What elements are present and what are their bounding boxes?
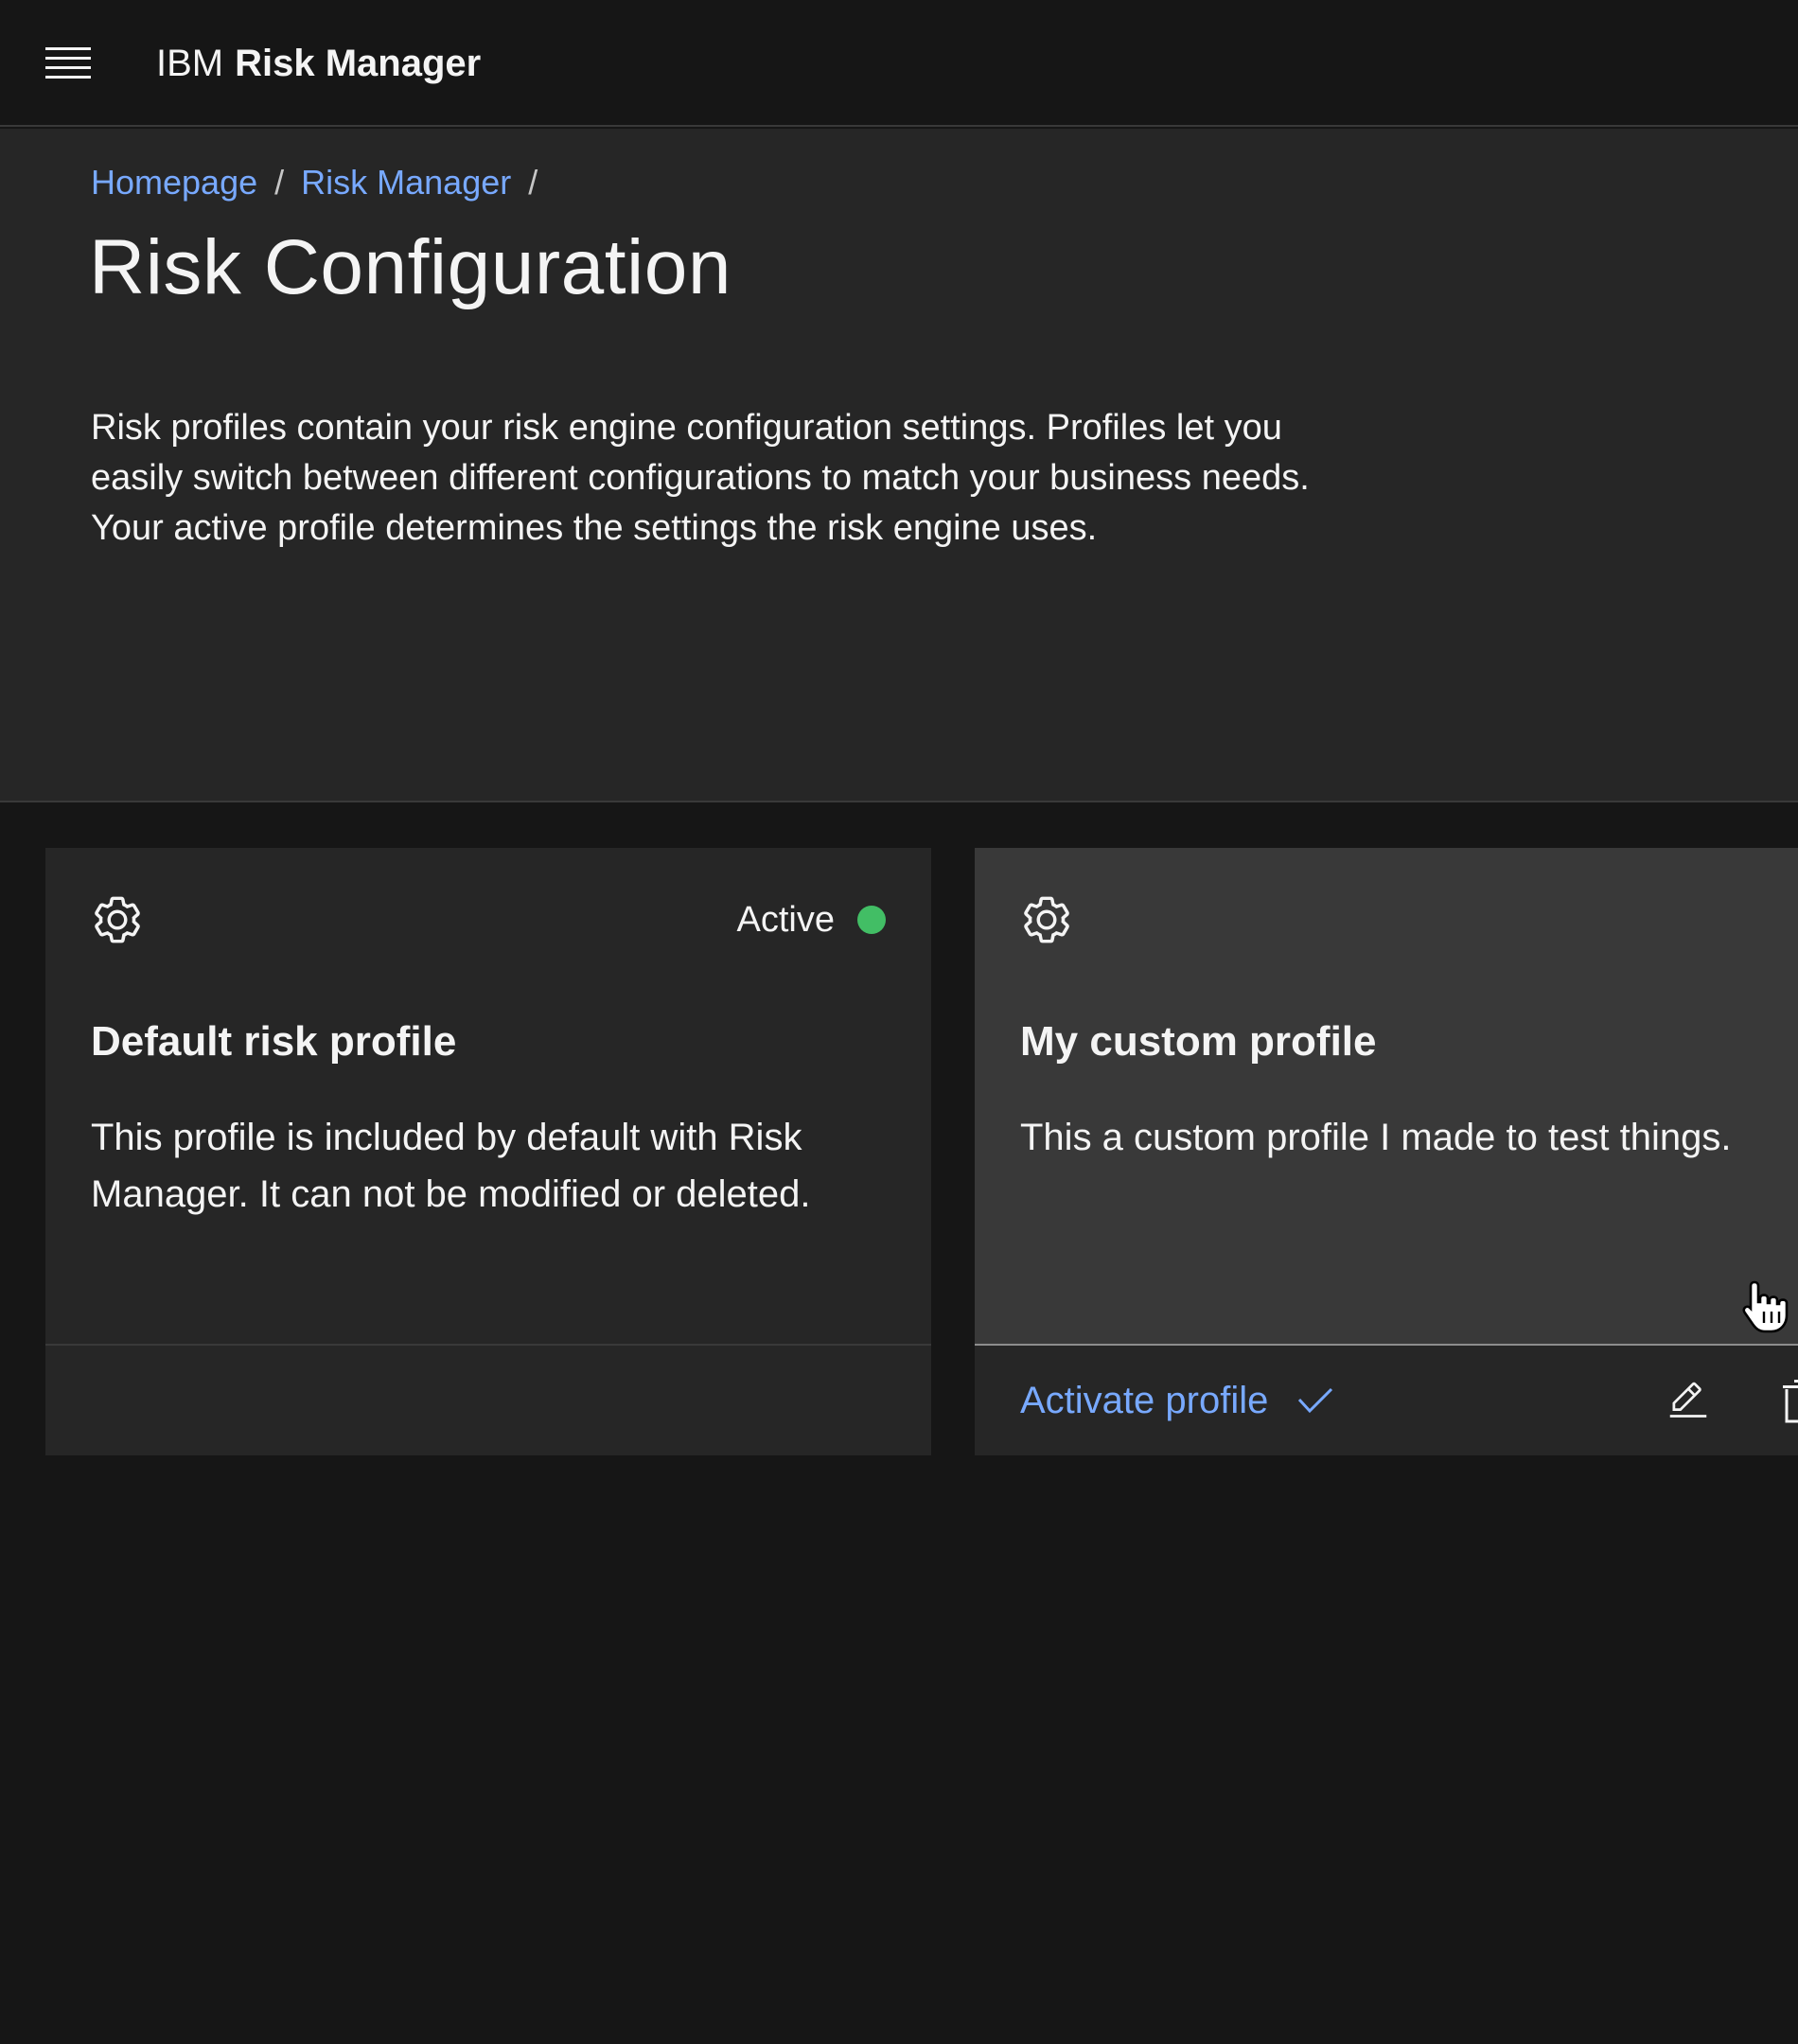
profile-card-custom[interactable]: My custom profile This a custom profile … bbox=[975, 848, 1798, 1455]
card-footer: Activate profile bbox=[975, 1344, 1798, 1455]
hamburger-menu-icon bbox=[45, 47, 91, 79]
breadcrumb: Homepage / Risk Manager / bbox=[91, 163, 555, 203]
status-dot bbox=[857, 906, 886, 934]
profile-card-default[interactable]: Active Default risk profile This profile… bbox=[45, 848, 931, 1455]
brand-prefix: IBM bbox=[156, 42, 224, 84]
app-root: IBM Risk Manager Homepage / Risk Manager… bbox=[0, 0, 1798, 2044]
card-description: This profile is included by default with… bbox=[91, 1117, 811, 1215]
gear-icon bbox=[1024, 896, 1069, 943]
card-description: This a custom profile I made to test thi… bbox=[1020, 1117, 1732, 1158]
card-title: Default risk profile bbox=[91, 1018, 457, 1065]
activate-profile-label: Activate profile bbox=[1020, 1379, 1269, 1421]
edit-pencil-icon bbox=[1669, 1382, 1707, 1418]
brand-name: Risk Manager bbox=[235, 42, 482, 84]
trash-icon bbox=[1783, 1380, 1798, 1423]
page-title: Risk Configuration bbox=[89, 224, 732, 310]
activate-profile-button[interactable]: Activate profile bbox=[1020, 1346, 1334, 1455]
gear-icon bbox=[95, 896, 140, 943]
breadcrumb-link-risk-manager[interactable]: Risk Manager bbox=[301, 163, 511, 203]
breadcrumb-separator: / bbox=[528, 163, 538, 202]
card-body: My custom profile This a custom profile … bbox=[975, 848, 1798, 1344]
breadcrumb-separator: / bbox=[274, 163, 285, 202]
checkmark-icon bbox=[1298, 1387, 1333, 1414]
edit-profile-button[interactable] bbox=[1662, 1374, 1715, 1427]
card-title: My custom profile bbox=[1020, 1018, 1377, 1065]
card-body: Active Default risk profile This profile… bbox=[45, 848, 931, 1344]
card-footer bbox=[45, 1344, 931, 1455]
page-description: Risk profiles contain your risk engine c… bbox=[91, 408, 1310, 548]
breadcrumb-link-homepage[interactable]: Homepage bbox=[91, 163, 257, 203]
page-header: Homepage / Risk Manager / Risk Configura… bbox=[0, 129, 1798, 802]
status-label: Active bbox=[736, 899, 835, 940]
menu-button[interactable] bbox=[30, 28, 106, 98]
status-indicator: Active bbox=[737, 893, 886, 946]
delete-profile-button[interactable] bbox=[1781, 1378, 1798, 1425]
app-brand[interactable]: IBM Risk Manager bbox=[156, 0, 481, 127]
top-header: IBM Risk Manager bbox=[0, 0, 1798, 127]
